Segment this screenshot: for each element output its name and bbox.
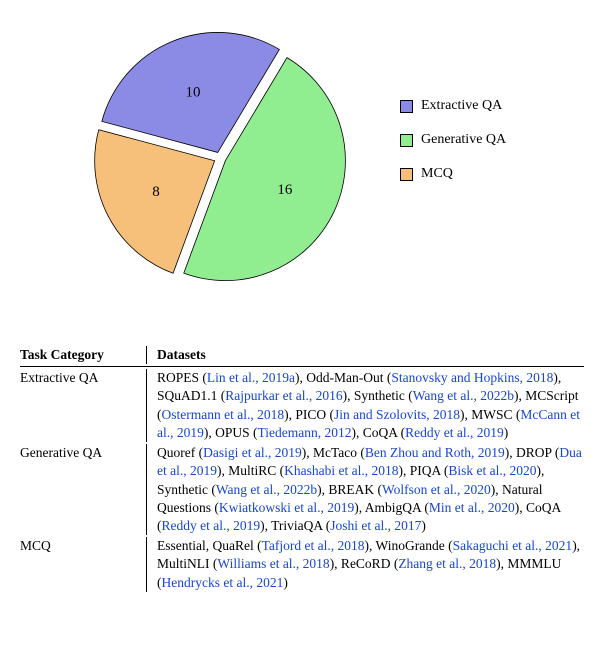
dataset-text: ), Synthetic ( xyxy=(343,388,413,403)
header-datasets: Datasets xyxy=(147,346,584,364)
slice-value-label: 10 xyxy=(185,84,200,100)
dataset-text: ), TriviaQA ( xyxy=(260,518,330,533)
cell-category: Extractive QA xyxy=(20,369,147,442)
citation: Hendrycks et al., 2021 xyxy=(162,575,284,590)
citation: Rajpurkar et al., 2016 xyxy=(225,388,342,403)
citation: Lin et al., 2019a xyxy=(207,370,295,385)
legend-label: Generative QA xyxy=(421,132,506,148)
citation: Wolfson et al., 2020 xyxy=(382,482,491,497)
chart-area: 10 16 8 Extractive QA Generative QA MCQ xyxy=(20,10,584,310)
citation: Reddy et al., 2019 xyxy=(162,518,261,533)
citation: Ben Zhou and Roth, 2019 xyxy=(365,445,505,460)
dataset-text: ) xyxy=(421,518,426,533)
dataset-text: Essential, QuaRel ( xyxy=(157,538,262,553)
dataset-text: Quoref ( xyxy=(157,445,203,460)
table-body: Extractive QAROPES (Lin et al., 2019a), … xyxy=(20,367,584,592)
dataset-text: ), Odd-Man-Out ( xyxy=(295,370,391,385)
cell-datasets: Quoref (Dasigi et al., 2019), McTaco (Be… xyxy=(147,444,584,535)
citation: Wang et al., 2022b xyxy=(216,482,317,497)
dataset-text: ), BREAK ( xyxy=(317,482,382,497)
dataset-text: ), McTaco ( xyxy=(302,445,365,460)
dataset-text: ), MultiRC ( xyxy=(217,463,284,478)
dataset-text: ), MWSC ( xyxy=(460,407,520,422)
table-row: Extractive QAROPES (Lin et al., 2019a), … xyxy=(20,367,584,442)
citation: Jin and Szolovits, 2018 xyxy=(334,407,460,422)
slice-value-label: 16 xyxy=(277,182,293,198)
citation: Ostermann et al., 2018 xyxy=(162,407,285,422)
slice-value-label: 8 xyxy=(152,184,159,200)
cell-datasets: ROPES (Lin et al., 2019a), Odd-Man-Out (… xyxy=(147,369,584,442)
legend-item: MCQ xyxy=(400,166,506,182)
citation: Min et al., 2020 xyxy=(429,500,515,515)
cell-datasets: Essential, QuaRel (Tafjord et al., 2018)… xyxy=(147,537,584,592)
citation: Tafjord et al., 2018 xyxy=(262,538,365,553)
dataset-text: ), DROP ( xyxy=(505,445,560,460)
dataset-text: ), WinoGrande ( xyxy=(365,538,453,553)
dataset-text: ), ReCoRD ( xyxy=(330,556,399,571)
dataset-text: ), PIQA ( xyxy=(399,463,449,478)
dataset-text: ) xyxy=(504,425,509,440)
dataset-text: ), CoQA ( xyxy=(352,425,406,440)
legend-item: Extractive QA xyxy=(400,98,506,114)
legend-item: Generative QA xyxy=(400,132,506,148)
table-row: MCQEssential, QuaRel (Tafjord et al., 20… xyxy=(20,535,584,592)
table-row: Generative QAQuoref (Dasigi et al., 2019… xyxy=(20,442,584,535)
legend-swatch xyxy=(400,134,413,147)
citation: Kwiatkowski et al., 2019 xyxy=(219,500,354,515)
dataset-text: ) xyxy=(283,575,288,590)
citation: Zhang et al., 2018 xyxy=(398,556,496,571)
citation: Stanovsky and Hopkins, 2018 xyxy=(391,370,553,385)
legend-label: Extractive QA xyxy=(421,98,502,114)
citation: Tiedemann, 2012 xyxy=(258,425,352,440)
header-category: Task Category xyxy=(20,346,147,364)
legend: Extractive QA Generative QA MCQ xyxy=(400,80,506,200)
cell-category: Generative QA xyxy=(20,444,147,535)
datasets-table: Task Category Datasets Extractive QAROPE… xyxy=(20,346,584,592)
citation: Sakaguchi et al., 2021 xyxy=(453,538,573,553)
cell-category: MCQ xyxy=(20,537,147,592)
dataset-text: ), AmbigQA ( xyxy=(354,500,429,515)
legend-label: MCQ xyxy=(421,166,453,182)
legend-swatch xyxy=(400,168,413,181)
citation: Dasigi et al., 2019 xyxy=(203,445,302,460)
table-header-row: Task Category Datasets xyxy=(20,346,584,367)
citation: Joshi et al., 2017 xyxy=(330,518,421,533)
dataset-text: ), OPUS ( xyxy=(204,425,258,440)
citation: Khashabi et al., 2018 xyxy=(284,463,398,478)
citation: Bisk et al., 2020 xyxy=(448,463,536,478)
dataset-text: ), PICO ( xyxy=(284,407,334,422)
citation: Wang et al., 2022b xyxy=(413,388,514,403)
legend-swatch xyxy=(400,100,413,113)
pie-chart: 10 16 8 xyxy=(80,18,360,298)
dataset-text: ROPES ( xyxy=(157,370,207,385)
citation: Reddy et al., 2019 xyxy=(405,425,504,440)
citation: Williams et al., 2018 xyxy=(217,556,329,571)
